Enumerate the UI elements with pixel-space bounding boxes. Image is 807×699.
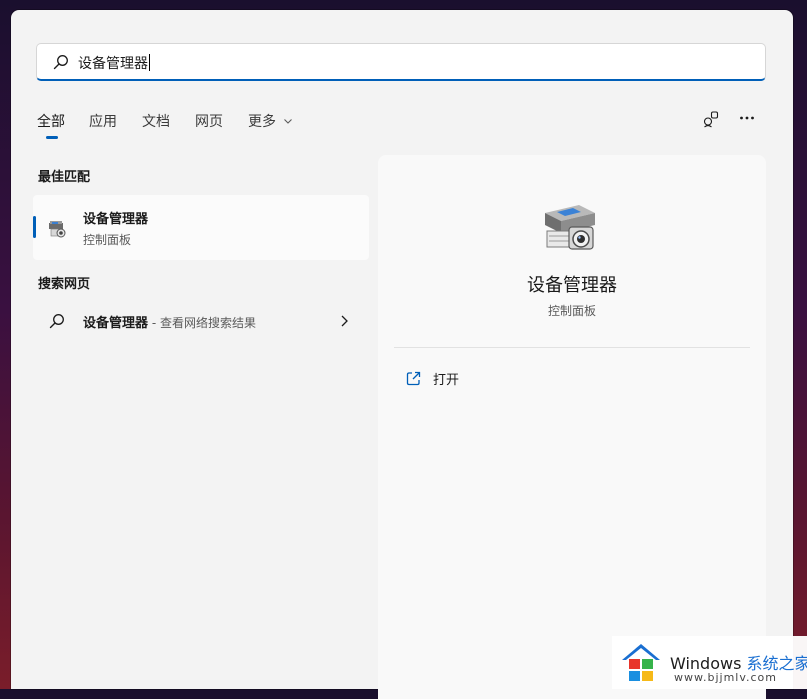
open-external-icon (406, 371, 421, 386)
detail-title: 设备管理器 (527, 275, 617, 296)
watermark: Windows 系统之家 www.bjjmlv.com (612, 636, 807, 689)
best-match-subtitle: 控制面板 (83, 233, 132, 247)
tab-documents[interactable]: 文档 (142, 111, 170, 131)
search-input[interactable]: 设备管理器 (36, 43, 766, 81)
selection-indicator (33, 216, 36, 238)
web-search-result[interactable]: 设备管理器 - 查看网络搜索结果 (33, 306, 369, 336)
search-text: 设备管理器 (78, 54, 150, 72)
search-icon (53, 55, 68, 70)
detail-pane: 设备管理器 控制面板 打开 (378, 155, 766, 699)
device-manager-icon (49, 221, 66, 238)
chevron-right-icon (341, 315, 348, 327)
chevron-down-icon (284, 119, 293, 124)
tab-apps[interactable]: 应用 (89, 111, 117, 131)
open-action-label: 打开 (433, 373, 460, 388)
detail-subtitle: 控制面板 (547, 304, 596, 318)
device-manager-large-icon (545, 205, 595, 250)
tab-all[interactable]: 全部 (37, 111, 65, 139)
web-search-text: 设备管理器 - 查看网络搜索结果 (83, 316, 256, 331)
best-match-title: 设备管理器 (83, 212, 149, 227)
tab-web[interactable]: 网页 (195, 111, 223, 131)
more-options-icon[interactable] (739, 115, 755, 121)
account-switch-icon[interactable] (703, 110, 719, 128)
start-search-panel: 设备管理器 全部 应用 文档 网页 更多 最佳匹配 设备管理器 控制面板 搜索网… (11, 10, 793, 699)
best-match-result[interactable]: 设备管理器 控制面板 (33, 195, 369, 260)
web-search-heading: 搜索网页 (38, 277, 91, 292)
watermark-url: www.bjjmlv.com (674, 671, 777, 684)
search-icon (49, 314, 64, 329)
text-caret (149, 54, 150, 71)
tab-more[interactable]: 更多 (248, 111, 293, 131)
best-match-heading: 最佳匹配 (38, 170, 91, 185)
divider (394, 347, 750, 348)
active-tab-indicator (46, 136, 58, 139)
windows-house-logo-icon (622, 644, 660, 681)
